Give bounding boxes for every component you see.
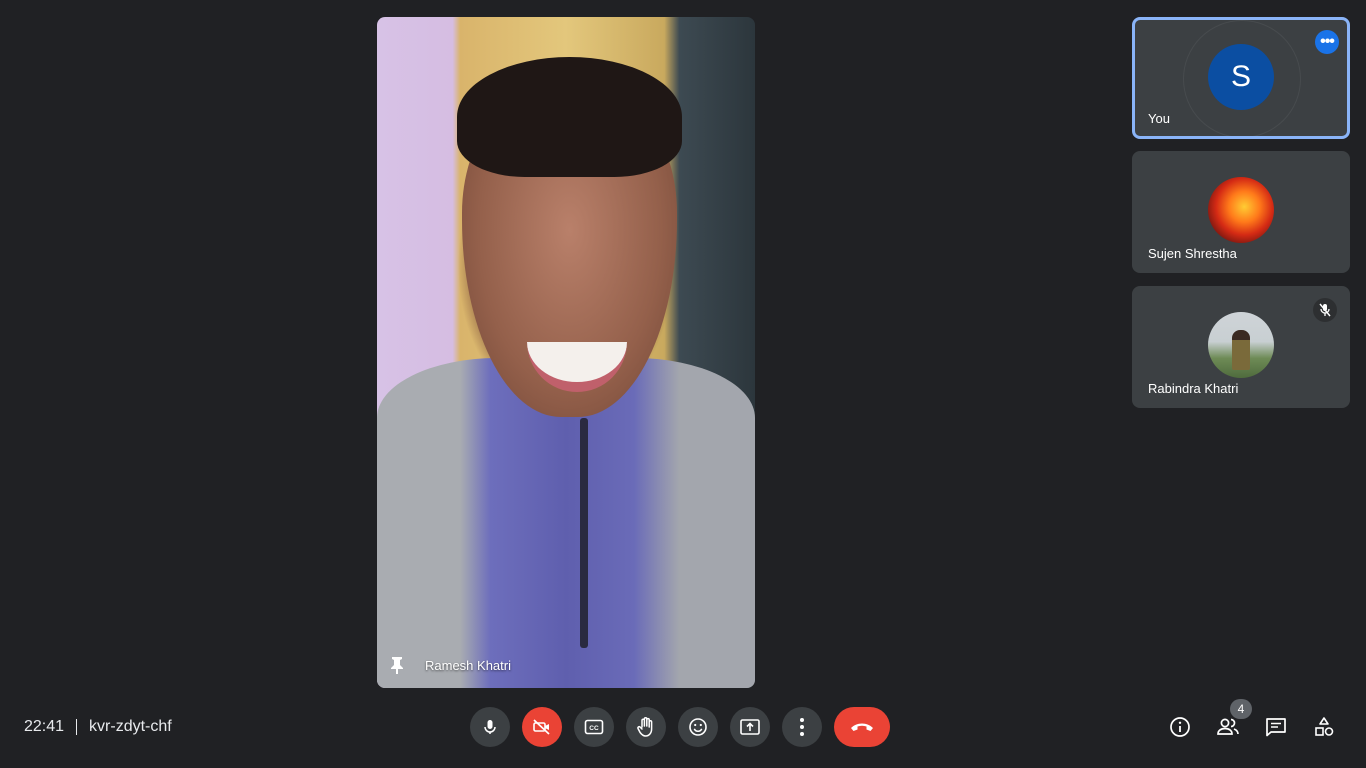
- divider: [76, 719, 78, 735]
- microphone-button[interactable]: [470, 707, 510, 747]
- pin-icon[interactable]: [389, 656, 405, 674]
- avatar: S: [1208, 44, 1274, 110]
- people-icon: [1216, 717, 1240, 737]
- call-controls: CC: [470, 707, 890, 747]
- side-panel-buttons: 4: [1160, 699, 1352, 747]
- tile-you[interactable]: S ••• You: [1132, 17, 1350, 139]
- tile-sujen-shrestha[interactable]: Sujen Shrestha: [1132, 151, 1350, 273]
- info-icon: [1169, 716, 1191, 738]
- participant-name-tag: Ramesh Khatri: [389, 656, 511, 674]
- raise-hand-button[interactable]: [626, 707, 666, 747]
- tile-label: Rabindra Khatri: [1148, 381, 1239, 396]
- present-button[interactable]: [730, 707, 770, 747]
- main-video-feed[interactable]: Ramesh Khatri: [377, 17, 755, 688]
- meeting-time: 22:41: [24, 718, 65, 735]
- meeting-info: 22:41 kvr-zdyt-chf: [24, 718, 172, 736]
- people-count-badge: 4: [1230, 699, 1252, 719]
- meeting-code: kvr-zdyt-chf: [89, 718, 172, 735]
- avatar: [1208, 177, 1274, 243]
- svg-text:CC: CC: [589, 725, 599, 732]
- chat-icon: [1265, 717, 1287, 737]
- hand-icon: [636, 716, 656, 738]
- main-participant-name: Ramesh Khatri: [425, 657, 511, 673]
- reactions-button[interactable]: [678, 707, 718, 747]
- videocam-off-icon: [532, 718, 552, 736]
- activities-button[interactable]: [1304, 707, 1344, 747]
- video-hair: [457, 57, 682, 177]
- tile-rabindra-khatri[interactable]: Rabindra Khatri: [1132, 286, 1350, 408]
- tile-label: Sujen Shrestha: [1148, 246, 1237, 261]
- video-zipper: [580, 418, 588, 648]
- more-options-button[interactable]: [782, 707, 822, 747]
- activities-icon: [1313, 716, 1335, 738]
- captions-button[interactable]: CC: [574, 707, 614, 747]
- people-button[interactable]: 4: [1208, 699, 1252, 747]
- leave-call-button[interactable]: [834, 707, 890, 747]
- mic-off-icon: [1313, 298, 1337, 322]
- more-options-icon[interactable]: •••: [1315, 30, 1339, 54]
- more-vert-icon: [799, 717, 805, 737]
- present-screen-icon: [739, 718, 761, 736]
- avatar-figure: [1232, 330, 1250, 370]
- closed-captions-icon: CC: [584, 719, 604, 735]
- camera-toggle-button[interactable]: [522, 707, 562, 747]
- call-end-icon: [849, 721, 875, 733]
- meeting-details-button[interactable]: [1160, 707, 1200, 747]
- mic-icon: [481, 718, 499, 736]
- avatar: [1208, 312, 1274, 378]
- emoji-icon: [688, 717, 708, 737]
- tile-label: You: [1148, 111, 1170, 126]
- chat-button[interactable]: [1256, 707, 1296, 747]
